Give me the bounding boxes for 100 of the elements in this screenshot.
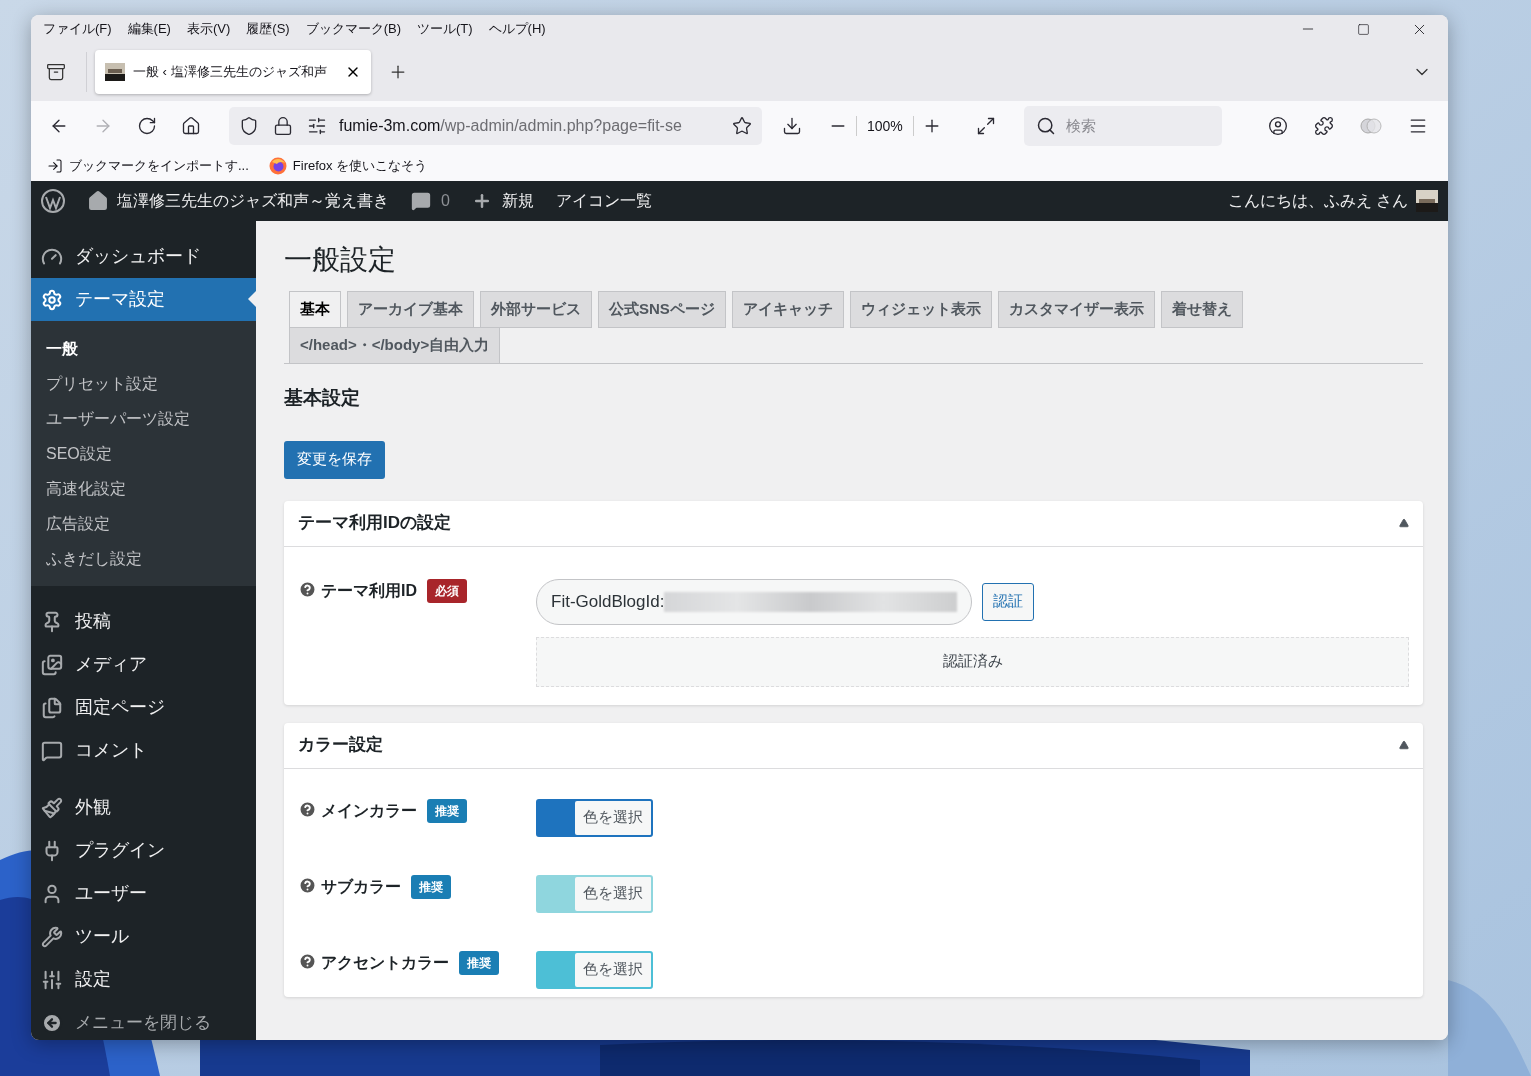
sidebar-item[interactable]: 固定ページ xyxy=(31,686,256,729)
account-icon[interactable] xyxy=(1268,116,1288,136)
media-icon xyxy=(41,653,63,676)
sidebar-item[interactable]: ユーザー xyxy=(31,872,256,915)
help-icon[interactable] xyxy=(298,799,317,819)
avatar[interactable] xyxy=(1416,190,1438,212)
reload-icon[interactable] xyxy=(137,116,157,136)
search-input[interactable]: 検索 xyxy=(1065,114,1196,138)
settings-icon xyxy=(41,288,63,311)
shield-icon[interactable] xyxy=(239,116,259,136)
favicon xyxy=(105,63,125,81)
color-picker-button[interactable]: 色を選択 xyxy=(536,798,653,837)
submenu-item[interactable]: 高速化設定 xyxy=(31,471,256,506)
submenu-item[interactable]: SEO設定 xyxy=(31,436,256,471)
import-icon xyxy=(47,158,63,174)
sliders-icon xyxy=(41,968,63,991)
settings-tab[interactable]: ウィジェット表示 xyxy=(849,291,992,328)
help-icon[interactable] xyxy=(298,875,317,895)
bookmark-item[interactable]: ブックマークをインポートす... xyxy=(47,156,249,176)
search-field[interactable]: 検索 xyxy=(1023,106,1222,146)
home-icon[interactable] xyxy=(181,116,201,136)
settings-tab[interactable]: 外部サービス xyxy=(480,291,592,328)
sidebar-item[interactable]: ツール xyxy=(31,915,256,958)
menu-item[interactable]: 編集(E) xyxy=(123,19,175,39)
settings-tab[interactable]: 着せ替え xyxy=(1160,291,1243,328)
sidebar-item[interactable]: プラグイン xyxy=(31,829,256,872)
url-text[interactable]: fumie-3m.com/wp-admin/admin.php?page=fit-se xyxy=(339,114,728,138)
tab-title: 一般 ‹ 塩澤修三先生のジャズ和声 xyxy=(133,63,328,82)
settings-tab[interactable]: 基本 xyxy=(289,291,341,328)
sidebar-item[interactable]: 投稿 xyxy=(31,600,256,643)
sidebar-item[interactable]: メディア xyxy=(31,643,256,686)
bookmark-star-icon[interactable] xyxy=(732,116,752,136)
menu-item[interactable]: ツール(T) xyxy=(413,19,477,39)
comment-count[interactable]: 0 xyxy=(441,189,450,213)
wrench-icon xyxy=(41,925,63,948)
fullscreen-icon[interactable] xyxy=(975,116,996,136)
settings-tab[interactable]: カスタマイザー表示 xyxy=(997,291,1155,328)
collapse-arrow-icon[interactable] xyxy=(1399,518,1409,528)
help-icon[interactable] xyxy=(298,579,317,599)
search-icon xyxy=(1035,116,1056,136)
sidebar-item[interactable]: ダッシュボード xyxy=(31,235,256,278)
pages-icon xyxy=(41,696,63,719)
badge: 推奨 xyxy=(459,950,499,975)
lock-icon[interactable] xyxy=(273,116,293,136)
field-label: アクセントカラー xyxy=(321,952,449,973)
field-label: メインカラー xyxy=(321,800,417,821)
icon-list-link[interactable]: アイコン一覧 xyxy=(555,189,652,213)
color-picker-button[interactable]: 色を選択 xyxy=(536,950,653,989)
browser-tab[interactable]: 一般 ‹ 塩澤修三先生のジャズ和声 xyxy=(95,50,371,94)
card-title: テーマ利用IDの設定 xyxy=(298,512,451,535)
badge: 推奨 xyxy=(427,798,467,823)
home-icon xyxy=(87,190,109,212)
wordpress-logo-icon[interactable] xyxy=(41,189,65,213)
submenu-item[interactable]: 広告設定 xyxy=(31,506,256,541)
greeting-link[interactable]: こんにちは、ふみえ さん xyxy=(1227,189,1408,213)
save-button[interactable]: 変更を保存 xyxy=(284,440,385,479)
extensions-icon[interactable] xyxy=(1314,116,1334,136)
status-box: 認証済み xyxy=(536,636,1409,687)
firefox-icon xyxy=(268,157,287,175)
url-bar[interactable]: fumie-3m.com/wp-admin/admin.php?page=fit-se xyxy=(229,107,762,145)
badge: 必須 xyxy=(427,578,467,603)
tab-list-icon[interactable] xyxy=(46,62,66,82)
menu-item[interactable]: 履歴(S) xyxy=(242,19,294,39)
settings-tab[interactable]: 公式SNSページ xyxy=(598,291,726,328)
section-title: 基本設定 xyxy=(284,386,361,410)
field-label: テーマ利用ID xyxy=(321,580,417,601)
zoom-level[interactable]: 100% xyxy=(857,115,913,137)
menu-item[interactable]: ファイル(F) xyxy=(39,19,116,39)
help-icon[interactable] xyxy=(298,951,317,971)
sidebar-item[interactable]: 設定 xyxy=(31,958,256,1001)
settings-tab[interactable]: </head>・</body>自由入力 xyxy=(289,327,501,364)
sidebar-item[interactable]: テーマ設定 xyxy=(31,278,256,321)
verify-button[interactable]: 認証 xyxy=(982,582,1034,621)
bookmark-item[interactable]: Firefox を使いこなそう xyxy=(268,156,428,176)
settings-tab[interactable]: アーカイブ基本 xyxy=(347,291,474,328)
menu-item[interactable]: 表示(V) xyxy=(182,19,235,39)
comment-icon xyxy=(41,739,63,762)
submenu-item[interactable]: ユーザーパーツ設定 xyxy=(31,401,256,436)
theme-id-field[interactable]: Fit-GoldBlogId: xyxy=(536,578,972,625)
menu-item[interactable]: ヘルプ(H) xyxy=(484,19,550,39)
comment-icon xyxy=(411,191,431,211)
color-picker-button[interactable]: 色を選択 xyxy=(536,874,653,913)
settings-tab[interactable]: アイキャッチ xyxy=(731,291,844,328)
field-label: サブカラー xyxy=(321,876,401,897)
maximize-icon[interactable] xyxy=(1357,22,1370,36)
badge: 推奨 xyxy=(411,874,451,899)
submenu-item[interactable]: ふきだし設定 xyxy=(31,541,256,576)
collapse-arrow-icon[interactable] xyxy=(1399,740,1409,750)
permissions-icon[interactable] xyxy=(307,116,327,136)
submenu-item[interactable]: 一般 xyxy=(31,331,256,366)
page-title: 一般設定 xyxy=(284,243,397,277)
menu-item[interactable]: ブックマーク(B) xyxy=(301,19,405,39)
site-name-link[interactable]: 塩澤修三先生のジャズ和声～覚え書き xyxy=(117,189,389,213)
collapse-menu-button[interactable]: メニューを閉じる xyxy=(31,1005,256,1040)
save-icon[interactable] xyxy=(782,116,802,136)
sidebar-item[interactable]: コメント xyxy=(31,729,256,772)
submenu-item[interactable]: プリセット設定 xyxy=(31,366,256,401)
paintbrush-icon xyxy=(41,796,63,819)
sidebar-item[interactable]: 外観 xyxy=(31,786,256,829)
new-link[interactable]: 新規 xyxy=(501,189,534,213)
